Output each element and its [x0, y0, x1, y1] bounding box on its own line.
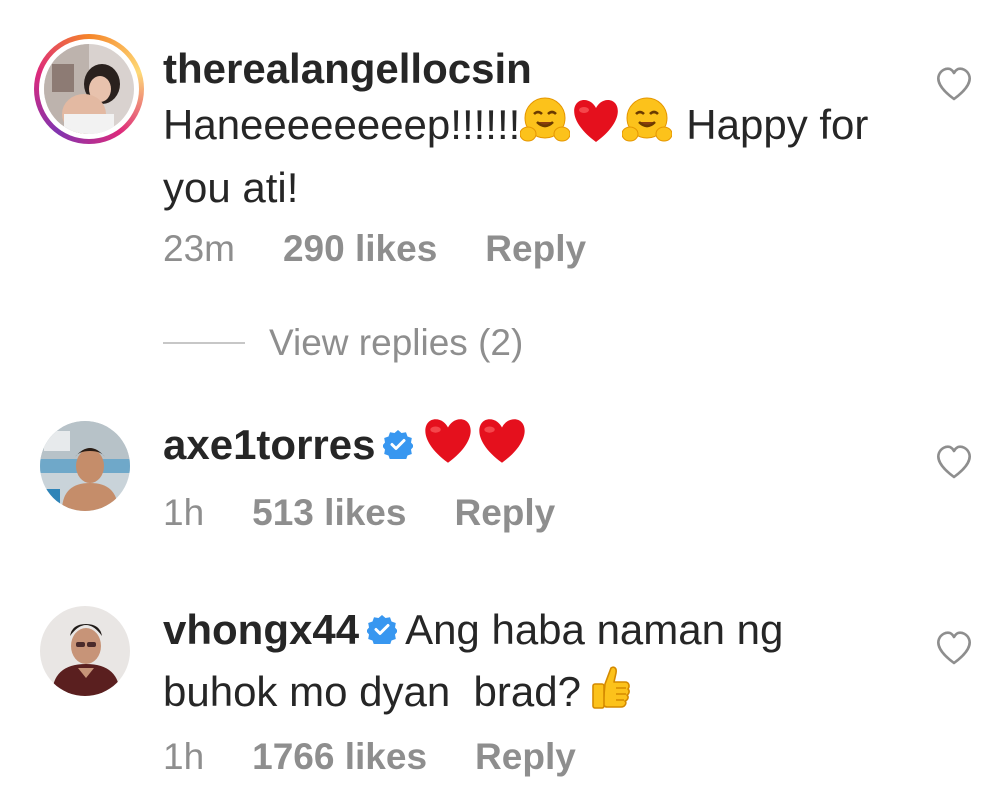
view-replies-link[interactable]: View replies (2): [269, 322, 523, 364]
red-heart-emoji-icon: [475, 417, 529, 480]
red-heart-emoji-icon: [421, 417, 475, 480]
verified-badge-icon: [366, 602, 399, 658]
comment-text: Happy for: [686, 101, 869, 149]
like-heart-outline-icon[interactable]: [935, 630, 973, 666]
comment-username[interactable]: axe1torres: [163, 421, 375, 468]
comment-text: Ang haba naman ng: [405, 606, 784, 654]
comment-time: 1h: [163, 492, 205, 533]
comment-time: 1h: [163, 736, 205, 777]
comment-text: you ati!: [163, 164, 299, 211]
divider: [163, 342, 245, 344]
reply-button[interactable]: Reply: [485, 228, 586, 269]
comment-likes[interactable]: 1766 likes: [252, 736, 427, 777]
comment-text: buhok mo dyan brad?: [163, 668, 581, 716]
comment-username[interactable]: therealangellocsin: [163, 45, 532, 92]
hugging-face-emoji-icon: [621, 96, 673, 160]
red-heart-emoji-icon: [570, 98, 622, 158]
comment-likes[interactable]: 513 likes: [252, 492, 406, 533]
thumbs-up-emoji-icon: [591, 664, 631, 726]
view-replies-row[interactable]: View replies (2): [163, 318, 523, 368]
reply-button[interactable]: Reply: [454, 492, 555, 533]
avatar[interactable]: [40, 606, 130, 696]
comment-likes[interactable]: 290 likes: [283, 228, 437, 269]
like-heart-outline-icon[interactable]: [935, 66, 973, 102]
avatar-story-ring[interactable]: [34, 34, 144, 144]
reply-button[interactable]: Reply: [475, 736, 576, 777]
avatar: [44, 44, 134, 134]
avatar[interactable]: [40, 421, 130, 511]
comment-text: Haneeeeeeeep!!!!!!: [163, 101, 521, 149]
verified-badge-icon: [382, 416, 415, 474]
like-heart-outline-icon[interactable]: [935, 444, 973, 480]
comment-time: 23m: [163, 228, 235, 269]
hugging-face-emoji-icon: [519, 96, 571, 160]
comment-username[interactable]: vhongx44: [163, 606, 359, 653]
